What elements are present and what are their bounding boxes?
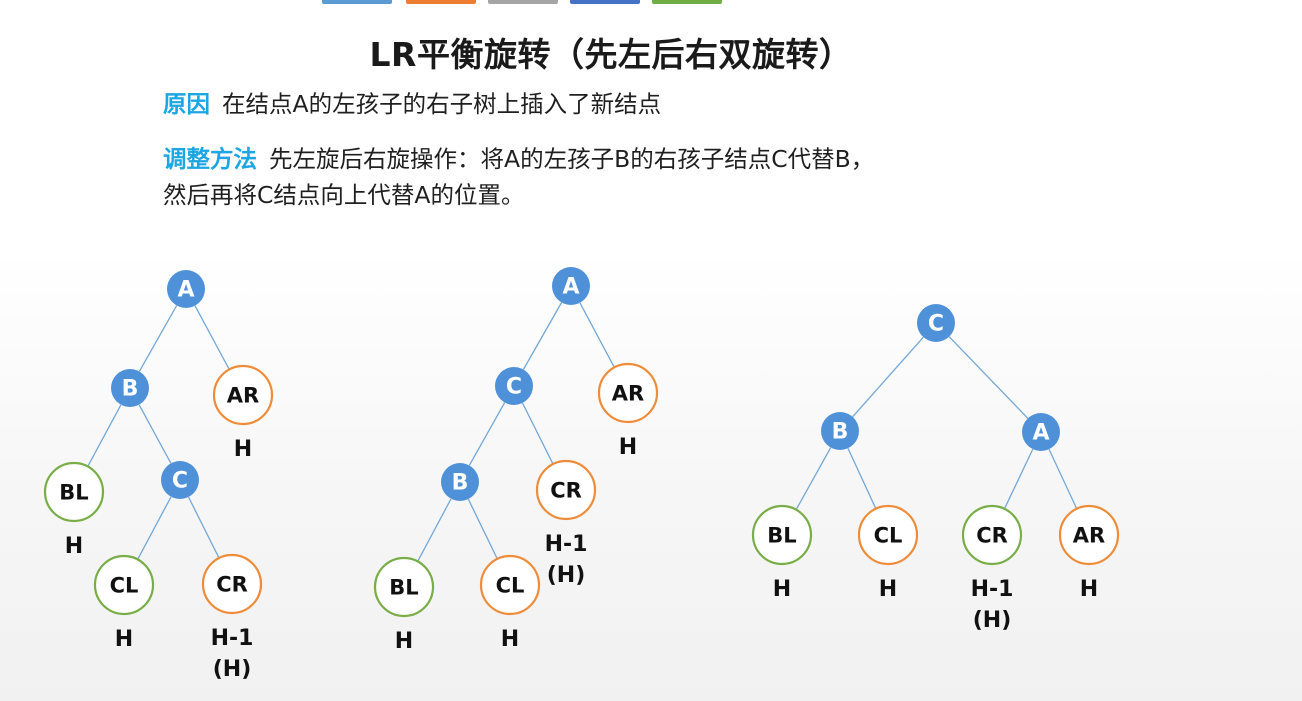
tree-after-right-rotation: C B A BL H CL H CR H-1 (H) AR H bbox=[751, 304, 1120, 633]
node-c-label: C bbox=[506, 375, 522, 400]
node-b-label: B bbox=[832, 420, 849, 445]
edge-C-B bbox=[852, 336, 924, 418]
node-cr-height-alt: (H) bbox=[213, 657, 252, 682]
node-cl-height: H bbox=[115, 627, 133, 652]
node-bl-height: H bbox=[65, 534, 83, 559]
rotation-diagrams: A B AR H BL H C CL H CR H-1 (H) A C AR H B CR H-1 (H) BL H CL… bbox=[43, 267, 1120, 682]
edge-B-BL bbox=[795, 447, 832, 510]
edge-C-CR bbox=[187, 496, 220, 559]
node-c-label: C bbox=[928, 312, 944, 337]
node-bl-label: BL bbox=[389, 576, 418, 600]
edge-A-AR bbox=[1048, 448, 1078, 509]
edge-B-C bbox=[138, 404, 172, 464]
node-ar-label: AR bbox=[612, 382, 644, 406]
edge-B-CL bbox=[847, 447, 877, 509]
tree-before-rotation: A B AR H BL H C CL H CR H-1 (H) bbox=[43, 270, 274, 682]
node-cr-height: H-1 bbox=[971, 577, 1014, 602]
node-cl-height: H bbox=[879, 577, 897, 602]
node-bl-label: BL bbox=[767, 524, 796, 548]
edge-C-CR bbox=[521, 402, 554, 465]
node-c-label: C bbox=[172, 469, 188, 494]
edge-A-AR bbox=[194, 305, 230, 370]
node-cl-label: CL bbox=[496, 574, 525, 598]
node-bl-label: BL bbox=[59, 481, 88, 505]
node-a-label: A bbox=[177, 278, 194, 303]
edge-B-BL bbox=[417, 498, 452, 562]
node-cl-label: CL bbox=[110, 574, 139, 598]
node-cr-label: CR bbox=[216, 573, 248, 597]
node-cr-height: H-1 bbox=[211, 626, 254, 651]
edge-C-B bbox=[468, 402, 506, 466]
node-a-label: A bbox=[1032, 421, 1049, 446]
tree-after-left-rotation: A C AR H B CR H-1 (H) BL H CL H bbox=[373, 267, 659, 654]
node-bl-height: H bbox=[395, 629, 413, 654]
node-cr-height-alt: (H) bbox=[973, 608, 1012, 633]
edge-A-B bbox=[138, 305, 178, 372]
node-b-label: B bbox=[452, 471, 469, 496]
edge-A-CR bbox=[1003, 448, 1034, 510]
edge-C-A bbox=[948, 336, 1029, 419]
node-a-label: A bbox=[562, 275, 579, 300]
node-ar-label: AR bbox=[1073, 524, 1105, 548]
edge-A-AR bbox=[579, 302, 615, 368]
edge-B-BL bbox=[87, 404, 122, 467]
node-cr-label: CR bbox=[550, 479, 582, 503]
node-cl-label: CL bbox=[874, 524, 903, 548]
edge-B-CL bbox=[467, 498, 498, 560]
node-cr-height: H-1 bbox=[545, 532, 588, 557]
node-ar-height: H bbox=[234, 437, 252, 462]
node-bl-height: H bbox=[773, 577, 791, 602]
node-b-label: B bbox=[122, 377, 139, 402]
edge-A-C bbox=[522, 302, 563, 370]
node-ar-height: H bbox=[1080, 577, 1098, 602]
edge-C-CL bbox=[137, 496, 172, 560]
node-ar-label: AR bbox=[227, 384, 259, 408]
node-ar-height: H bbox=[619, 435, 637, 460]
node-cl-height: H bbox=[501, 627, 519, 652]
node-cr-label: CR bbox=[976, 524, 1008, 548]
node-cr-height-alt: (H) bbox=[547, 563, 586, 588]
